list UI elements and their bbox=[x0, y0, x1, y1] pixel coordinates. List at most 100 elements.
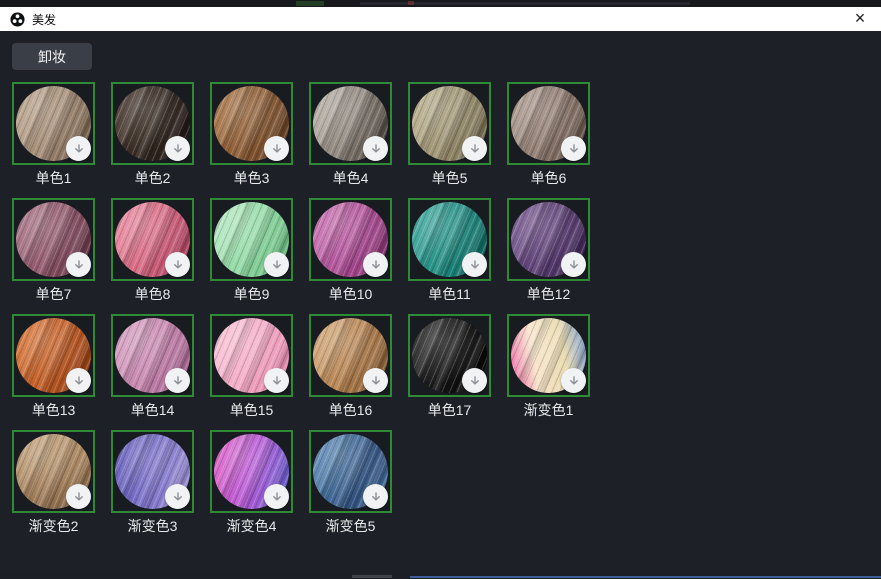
swatch-tile[interactable] bbox=[210, 430, 293, 513]
download-button[interactable] bbox=[66, 368, 91, 393]
swatch-tile[interactable] bbox=[12, 314, 95, 397]
swatch-label: 单色1 bbox=[12, 171, 95, 186]
swatch-label: 单色16 bbox=[309, 403, 392, 418]
dialog-title: 美发 bbox=[32, 11, 56, 28]
swatch-label: 单色10 bbox=[309, 287, 392, 302]
background-progress-line bbox=[410, 576, 881, 578]
download-arrow-icon bbox=[369, 374, 383, 388]
swatch-label: 单色3 bbox=[210, 171, 293, 186]
swatch-tile[interactable] bbox=[507, 82, 590, 165]
download-button[interactable] bbox=[165, 484, 190, 509]
swatch-tile[interactable] bbox=[111, 82, 194, 165]
swatch-label: 渐变色5 bbox=[309, 519, 392, 534]
download-button[interactable] bbox=[363, 368, 388, 393]
swatch-tile[interactable] bbox=[309, 198, 392, 281]
download-arrow-icon bbox=[171, 374, 185, 388]
download-button[interactable] bbox=[66, 136, 91, 161]
swatch-tile[interactable] bbox=[12, 430, 95, 513]
dialog-body: 卸妆 单色1 单色2 bbox=[0, 31, 881, 574]
download-arrow-icon bbox=[468, 374, 482, 388]
download-arrow-icon bbox=[567, 142, 581, 156]
swatch-label: 单色9 bbox=[210, 287, 293, 302]
swatch-tile[interactable] bbox=[12, 82, 95, 165]
download-arrow-icon bbox=[171, 490, 185, 504]
swatch-cell: 渐变色4 bbox=[210, 430, 293, 534]
swatch-tile[interactable] bbox=[507, 198, 590, 281]
swatch-tile[interactable] bbox=[309, 82, 392, 165]
swatch-tile[interactable] bbox=[210, 314, 293, 397]
download-button[interactable] bbox=[264, 136, 289, 161]
swatch-label: 渐变色3 bbox=[111, 519, 194, 534]
swatch-label: 渐变色4 bbox=[210, 519, 293, 534]
download-button[interactable] bbox=[462, 368, 487, 393]
swatch-tile[interactable] bbox=[408, 198, 491, 281]
swatch-tile[interactable] bbox=[408, 314, 491, 397]
download-button[interactable] bbox=[561, 136, 586, 161]
swatch-tile[interactable] bbox=[111, 198, 194, 281]
swatch-tile[interactable] bbox=[309, 430, 392, 513]
swatch-tile[interactable] bbox=[507, 314, 590, 397]
download-button[interactable] bbox=[363, 252, 388, 277]
download-arrow-icon bbox=[567, 258, 581, 272]
download-arrow-icon bbox=[369, 142, 383, 156]
swatch-cell: 单色13 bbox=[12, 314, 95, 418]
download-arrow-icon bbox=[270, 258, 284, 272]
download-arrow-icon bbox=[171, 258, 185, 272]
swatch-tile[interactable] bbox=[408, 82, 491, 165]
close-button[interactable]: × bbox=[847, 7, 873, 31]
swatch-label: 单色6 bbox=[507, 171, 590, 186]
download-button[interactable] bbox=[264, 368, 289, 393]
download-button[interactable] bbox=[363, 136, 388, 161]
swatch-cell: 单色14 bbox=[111, 314, 194, 418]
swatch-cell: 单色12 bbox=[507, 198, 590, 302]
background-green-speck bbox=[296, 1, 324, 6]
download-arrow-icon bbox=[567, 374, 581, 388]
swatch-label: 渐变色1 bbox=[507, 403, 590, 418]
swatch-tile[interactable] bbox=[12, 198, 95, 281]
download-arrow-icon bbox=[270, 374, 284, 388]
download-button[interactable] bbox=[66, 252, 91, 277]
download-arrow-icon bbox=[369, 258, 383, 272]
swatch-label: 单色5 bbox=[408, 171, 491, 186]
swatch-cell: 单色11 bbox=[408, 198, 491, 302]
swatch-tile[interactable] bbox=[309, 314, 392, 397]
swatch-tile[interactable] bbox=[111, 314, 194, 397]
swatch-label: 单色15 bbox=[210, 403, 293, 418]
swatch-tile[interactable] bbox=[210, 198, 293, 281]
download-arrow-icon bbox=[270, 142, 284, 156]
download-button[interactable] bbox=[264, 252, 289, 277]
swatch-cell: 单色3 bbox=[210, 82, 293, 186]
download-button[interactable] bbox=[462, 136, 487, 161]
swatch-label: 单色8 bbox=[111, 287, 194, 302]
swatch-cell: 单色16 bbox=[309, 314, 392, 418]
download-button[interactable] bbox=[264, 484, 289, 509]
download-button[interactable] bbox=[165, 252, 190, 277]
download-arrow-icon bbox=[270, 490, 284, 504]
background-window-top bbox=[0, 0, 881, 7]
download-arrow-icon bbox=[171, 142, 185, 156]
background-red-speck bbox=[408, 1, 414, 5]
swatch-tile[interactable] bbox=[210, 82, 293, 165]
download-button[interactable] bbox=[165, 136, 190, 161]
download-button[interactable] bbox=[561, 368, 586, 393]
download-button[interactable] bbox=[66, 484, 91, 509]
swatch-grid: 单色1 单色2 单色3 bbox=[12, 82, 590, 534]
download-button[interactable] bbox=[462, 252, 487, 277]
swatch-cell: 单色5 bbox=[408, 82, 491, 186]
swatch-cell: 渐变色5 bbox=[309, 430, 392, 534]
download-button[interactable] bbox=[363, 484, 388, 509]
remove-makeup-button[interactable]: 卸妆 bbox=[12, 43, 92, 70]
swatch-cell: 单色6 bbox=[507, 82, 590, 186]
swatch-cell: 单色15 bbox=[210, 314, 293, 418]
obs-logo-icon bbox=[10, 12, 25, 27]
swatch-tile[interactable] bbox=[111, 430, 194, 513]
swatch-cell: 单色8 bbox=[111, 198, 194, 302]
download-arrow-icon bbox=[72, 142, 86, 156]
swatch-cell: 单色9 bbox=[210, 198, 293, 302]
download-arrow-icon bbox=[369, 490, 383, 504]
swatch-cell: 渐变色3 bbox=[111, 430, 194, 534]
download-arrow-icon bbox=[468, 258, 482, 272]
swatch-label: 单色14 bbox=[111, 403, 194, 418]
download-button[interactable] bbox=[561, 252, 586, 277]
download-button[interactable] bbox=[165, 368, 190, 393]
